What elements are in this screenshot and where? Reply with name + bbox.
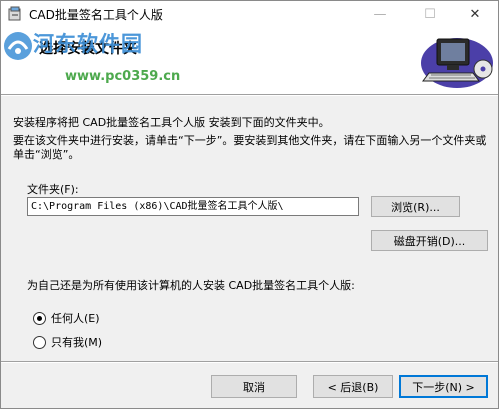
minimize-icon: — [373,6,387,22]
install-scope-question: 为自己还是为所有使用该计算机的人安装 CAD批量签名工具个人版: [27,279,355,292]
computer-install-icon [421,38,493,88]
browse-button[interactable]: 浏览(R)... [371,196,460,217]
minimize-button[interactable]: — [357,1,403,27]
installer-window: CAD批量签名工具个人版 — ☐ ✕ 选择安装文件夹 河东软件园 www.pc0… [0,0,499,409]
header-divider [1,94,498,96]
folder-path-input[interactable]: C:\Program Files (x86)\CAD批量签名工具个人版\ [27,197,359,216]
footer-divider [1,361,498,363]
close-icon: ✕ [469,6,481,22]
radio-justme-option[interactable]: 只有我(M) [33,334,102,350]
radio-everyone-option[interactable]: 任何人(E) [33,310,100,326]
close-button[interactable]: ✕ [452,1,498,27]
folder-label: 文件夹(F): [27,183,79,196]
radio-justme[interactable] [33,335,46,349]
installer-app-icon [8,6,21,21]
radio-everyone[interactable] [33,311,46,325]
wizard-header: 选择安装文件夹 河东软件园 www.pc0359.cn [1,27,498,94]
window-title: CAD批量签名工具个人版 [29,8,163,22]
radio-everyone-label: 任何人(E) [51,312,100,325]
next-button[interactable]: 下一步(N) > [399,375,488,398]
instructions-text: 要在该文件夹中进行安装，请单击“下一步”。要安装到其他文件夹，请在下面输入另一个… [13,134,487,161]
watermark-text: 河东软件园 [33,32,143,56]
maximize-button[interactable]: ☐ [407,1,453,27]
intro-text: 安装程序将把 CAD批量签名工具个人版 安装到下面的文件夹中。 [13,116,330,129]
disk-cost-button[interactable]: 磁盘开销(D)... [371,230,488,251]
cancel-button[interactable]: 取消 [211,375,297,398]
back-button[interactable]: < 后退(B) [313,375,393,398]
maximize-icon: ☐ [424,6,436,22]
radio-justme-label: 只有我(M) [51,336,103,349]
watermark-url: www.pc0359.cn [65,69,181,84]
title-bar: CAD批量签名工具个人版 — ☐ ✕ [1,1,498,27]
watermark-logo-icon [4,32,32,60]
